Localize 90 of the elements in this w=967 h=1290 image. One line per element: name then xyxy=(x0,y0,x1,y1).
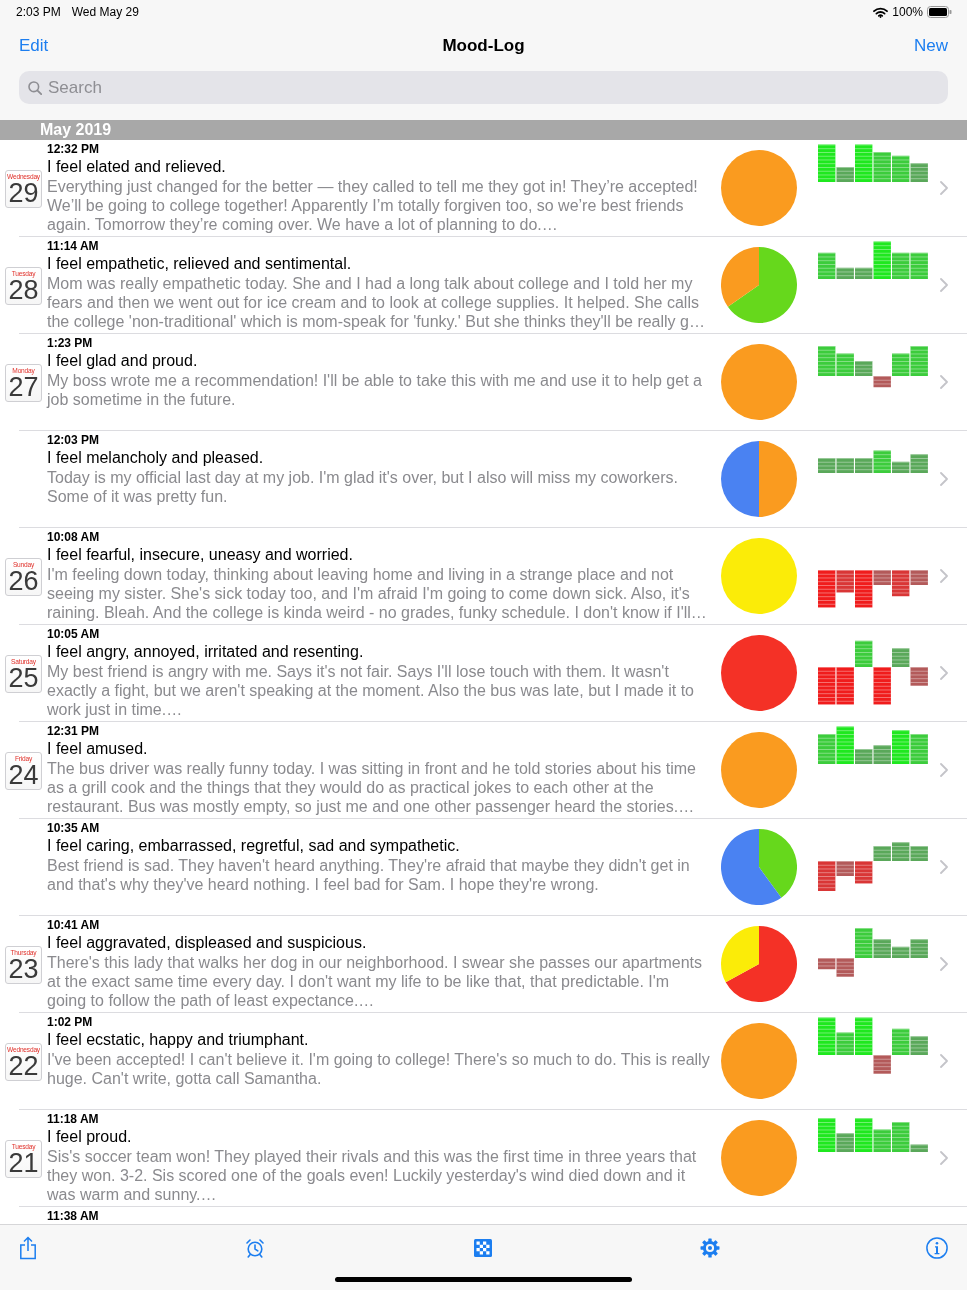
entry-title: I feel caring, embarrassed, regretful, sad and sympathetic. xyxy=(47,836,461,856)
entry-time: 10:41 AM xyxy=(47,918,101,933)
chevron-icon xyxy=(940,1054,948,1068)
nav-title: Mood-Log xyxy=(442,36,525,56)
gear-icon[interactable] xyxy=(699,1237,720,1258)
mood-bar xyxy=(910,1036,928,1055)
battery-icon xyxy=(927,6,952,18)
entry-time: 1:23 PM xyxy=(47,336,94,351)
mood-bar xyxy=(818,734,836,764)
entry-title: I feel aggravated, displeased and suspicious. xyxy=(47,933,368,953)
chevron-icon xyxy=(940,763,948,777)
chevron-icon xyxy=(940,181,948,195)
wifi-icon xyxy=(873,6,889,18)
info-icon[interactable] xyxy=(926,1236,948,1259)
mood-bar xyxy=(910,346,928,376)
entry-title: I feel empathetic, relieved and sentimental. xyxy=(47,254,353,274)
calendar-day-number: 29 xyxy=(8,181,39,206)
mood-bar xyxy=(910,667,928,686)
new-button[interactable]: New xyxy=(914,36,948,56)
mood-bar xyxy=(910,734,928,764)
chevron-icon xyxy=(940,375,948,389)
entry-title: I feel glad and proud. xyxy=(47,351,199,371)
section-header: May 2019 xyxy=(0,120,967,140)
entry-time: 10:35 AM xyxy=(47,821,101,836)
checkered-square-icon[interactable] xyxy=(473,1238,492,1257)
mood-bar xyxy=(855,640,873,667)
entry-title: I feel proud. xyxy=(47,1127,133,1147)
mood-bar xyxy=(892,252,910,279)
entry-time: 11:38 AM xyxy=(47,1209,100,1224)
entry-time: 11:18 AM xyxy=(47,1112,100,1127)
chevron-icon xyxy=(940,1151,948,1165)
entry-text: Sis's soccer team won! They played their rivals and this was the first time in three years that they won. 3-2. Sis scored one of the goals even! Luckily yesterday's wind died down and it was warm and sunny.… xyxy=(47,1147,698,1204)
mood-bar xyxy=(910,163,928,182)
chevron-icon xyxy=(940,472,948,486)
calendar-day-number: 24 xyxy=(8,763,39,788)
mood-bar xyxy=(892,842,910,861)
entry-time: 11:14 AM xyxy=(47,239,100,254)
chevron-icon xyxy=(940,957,948,971)
calendar-day-number: 25 xyxy=(8,666,39,691)
search-input[interactable]: Search xyxy=(48,77,948,98)
status-time: 2:03 PM xyxy=(16,5,61,19)
mood-bar xyxy=(910,846,928,861)
chevron-icon xyxy=(940,666,948,680)
battery-percent: 100% xyxy=(892,5,923,19)
calendar-day-number: 27 xyxy=(8,375,39,400)
entry-time: 10:08 AM xyxy=(47,530,101,545)
calendar-day-number: 21 xyxy=(8,1151,39,1176)
calendar-day-number: 26 xyxy=(8,569,39,594)
entry-text: Mom was really empathetic today. She and I had a long talk about college and I told her my fears and then we went out for ice cream and to look at college supplies. It helped. She calls the college 'non-traditional' which is mom-speak for 'funky.' But she thinks they'll be really g… xyxy=(47,274,706,331)
mood-bar xyxy=(892,1028,910,1055)
entry-text: My boss wrote me a recommendation! I'll be able to take this with me and use it to help get a job sometime in the future. xyxy=(47,371,703,409)
entry-text: Best friend is sad. They haven't heard anything. They're afraid that maybe they didn't get in and that's why they've heard nothing. I feel bad for Sam. I hope they're wrong. xyxy=(47,856,691,894)
entry-time: 1:02 PM xyxy=(47,1015,94,1030)
mood-bar xyxy=(873,152,891,182)
status-date: Wed May 29 xyxy=(71,5,139,19)
mood-bar xyxy=(818,458,836,473)
entry-title: I feel ecstatic, happy and triumphant. xyxy=(47,1030,310,1050)
mood-bar xyxy=(836,667,854,705)
mood-bar xyxy=(910,252,928,279)
entry-text: My best friend is angry with me. Says it's not fair. Says I'll lose touch with them. It wasn't exactly a fight, but we aren't speaking at the moment. Also the bus was late, but I made it to work just in time.… xyxy=(47,662,695,719)
entry-title: I feel fearful, insecure, uneasy and worried. xyxy=(47,545,354,565)
entry-title: I feel angry, annoyed, irritated and resenting. xyxy=(47,642,365,662)
mood-bar xyxy=(892,155,910,182)
entry-time: 12:03 PM xyxy=(47,433,101,448)
edit-button[interactable]: Edit xyxy=(19,36,49,56)
chevron-icon xyxy=(940,569,948,583)
chevron-icon xyxy=(940,278,948,292)
entry-title: I feel amused. xyxy=(47,739,149,759)
entry-time: 12:31 PM xyxy=(47,724,101,739)
entry-time: 10:05 AM xyxy=(47,627,101,642)
search-field[interactable]: Search xyxy=(19,71,948,104)
entry-time: 12:32 PM xyxy=(47,142,101,157)
mood-bar xyxy=(818,667,836,705)
entry-title: I feel elated and relieved. xyxy=(47,157,227,177)
mood-bar xyxy=(836,458,854,473)
calendar-day-number: 22 xyxy=(8,1054,39,1079)
entry-text: I'm feeling down today, thinking about leaving home and living in a strange place and not seeing my sister. She's sick today too, and I'm afraid I'm going to come down sick. Also, it's raining. Bleah. And the college is kinda weird - no grades, funky schedule. I don't know if I'll… xyxy=(47,565,708,622)
calendar-day-number: 23 xyxy=(8,957,39,982)
alarm-clock-icon[interactable] xyxy=(245,1237,266,1258)
entry-title: I feel melancholy and pleased. xyxy=(47,448,265,468)
calendar-day-number: 28 xyxy=(8,278,39,303)
chevron-icon xyxy=(940,860,948,874)
entry-text: Everything just changed for the better — they called to tell me they got in! They’re accepted! We’ll be going to college together! Apparently I’m totally forgiven too, so we’re best friends again. Tomorrow they’re coming over. We have a lot of planning to do.… xyxy=(47,177,699,234)
entry-text: There's this lady that walks her dog in our neighborhood. I swear she passes our apartments at the exact same time every day. I don't want my life to be like that, that predictable. I'm going to follow the path of least expectance.… xyxy=(47,953,703,1010)
entry-text: Today is my official last day at my job. I'm glad it's over, but I also will miss my coworkers. Some of it was pretty fun. xyxy=(47,468,679,506)
entry-text: I've been accepted! I can't believe it. I'm going to college! There's so much to do. This is really huge. Can't write, gotta call Samantha. xyxy=(47,1050,711,1088)
entry-text: The bus driver was really funny today. I was sitting in front and he told stories about his time as a grill cook and the things that they would do as practical jokes to each other at the restaurant. Bus was mostly empty, so just me and one other passenger heard the stories.… xyxy=(47,759,697,816)
share-icon[interactable] xyxy=(19,1235,37,1260)
mood-bar xyxy=(818,346,836,376)
search-icon xyxy=(28,80,42,95)
